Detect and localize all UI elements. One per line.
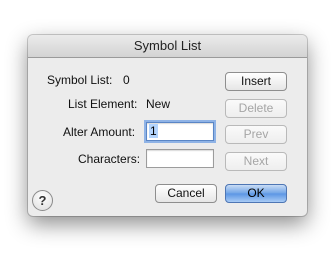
symbol-list-value: 0 xyxy=(123,73,130,87)
alter-amount-label: Alter Amount: xyxy=(63,125,136,139)
window-title: Symbol List xyxy=(28,35,307,58)
list-element-label: List Element: xyxy=(68,97,138,111)
symbol-list-label: Symbol List: xyxy=(47,73,113,87)
next-button[interactable]: Next xyxy=(225,152,287,171)
characters-field[interactable] xyxy=(146,149,214,168)
symbol-list-dialog: Symbol List Symbol List: 0 List Element:… xyxy=(28,35,307,216)
characters-label: Characters: xyxy=(78,152,141,166)
help-button[interactable]: ? xyxy=(32,190,53,211)
alter-amount-value: 1 xyxy=(149,124,158,138)
alter-amount-field[interactable]: 1 xyxy=(146,122,214,141)
insert-button[interactable]: Insert xyxy=(225,72,287,91)
ok-button[interactable]: OK xyxy=(225,184,287,203)
cancel-button[interactable]: Cancel xyxy=(155,184,217,203)
delete-button[interactable]: Delete xyxy=(225,99,287,118)
list-element-value: New xyxy=(146,97,171,111)
prev-button[interactable]: Prev xyxy=(225,125,287,144)
